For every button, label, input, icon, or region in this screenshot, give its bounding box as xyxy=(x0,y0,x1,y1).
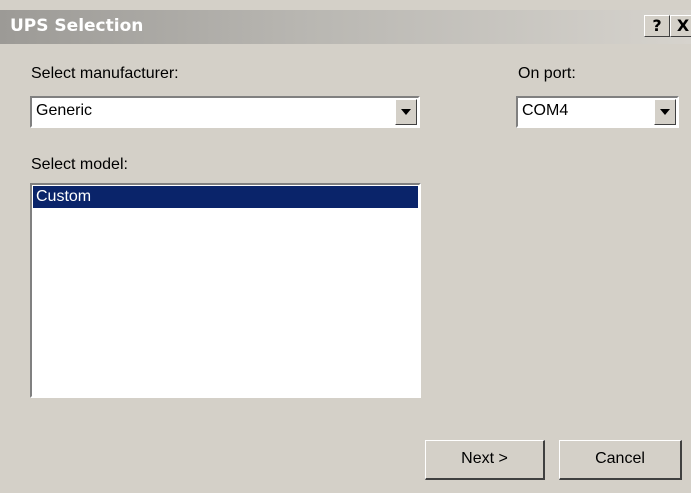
close-icon: X xyxy=(676,16,690,35)
manufacturer-dropdown[interactable]: Generic xyxy=(30,96,420,128)
port-value: COM4 xyxy=(522,102,569,119)
next-button[interactable]: Next > xyxy=(425,440,545,480)
manufacturer-dropdown-button[interactable] xyxy=(395,99,417,125)
ups-selection-dialog: UPS Selection ? X Select manufacturer: G… xyxy=(0,0,691,493)
chevron-down-icon xyxy=(401,109,411,115)
cancel-button[interactable]: Cancel xyxy=(559,440,682,480)
chevron-down-icon xyxy=(660,109,670,115)
window-title: UPS Selection xyxy=(10,16,144,36)
close-button[interactable]: X xyxy=(670,15,691,37)
port-label: On port: xyxy=(518,65,576,82)
list-item[interactable]: Custom xyxy=(33,186,418,208)
port-dropdown-button[interactable] xyxy=(654,99,676,125)
model-label: Select model: xyxy=(31,156,128,173)
help-icon: ? xyxy=(652,16,662,35)
title-bar[interactable]: UPS Selection ? X xyxy=(0,10,691,44)
model-listbox[interactable]: Custom xyxy=(30,183,421,398)
manufacturer-label: Select manufacturer: xyxy=(31,65,179,82)
port-dropdown[interactable]: COM4 xyxy=(516,96,679,128)
help-button[interactable]: ? xyxy=(644,15,670,37)
manufacturer-value: Generic xyxy=(36,102,93,119)
